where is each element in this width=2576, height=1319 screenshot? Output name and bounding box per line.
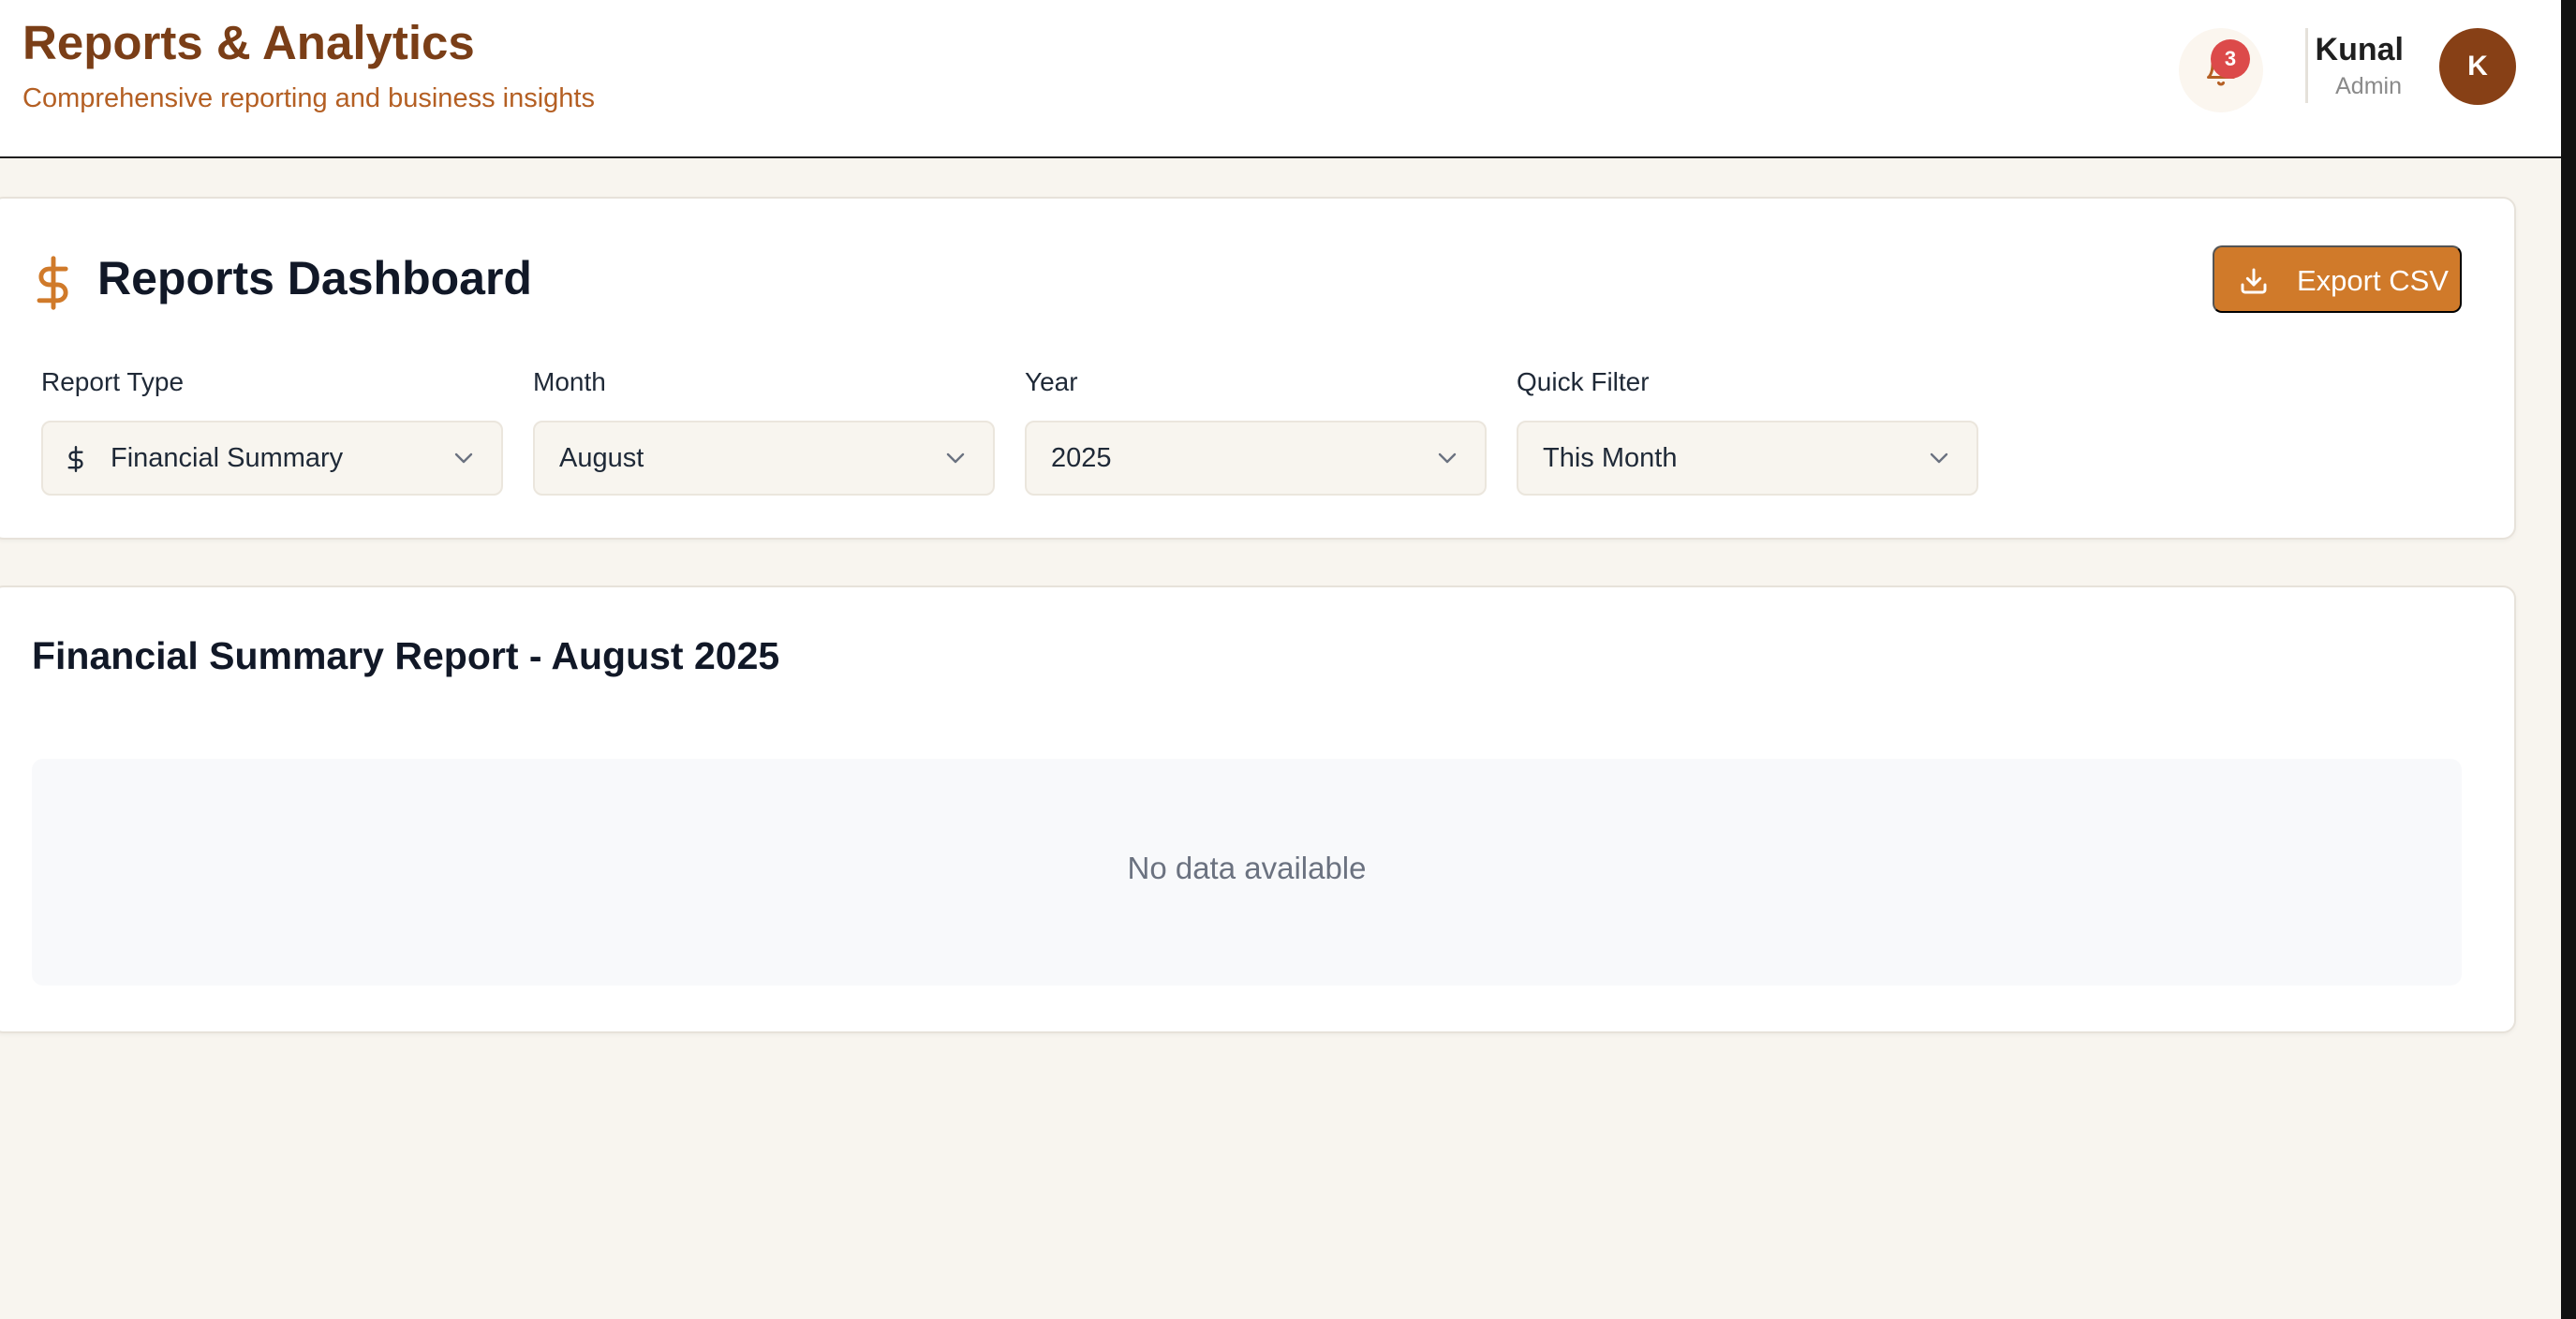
month-select[interactable]: August — [533, 421, 995, 496]
report-type-value: Financial Summary — [111, 443, 344, 473]
header-divider — [2305, 28, 2308, 103]
year-value: 2025 — [1051, 443, 1112, 473]
page-subtitle: Comprehensive reporting and business ins… — [22, 83, 595, 113]
user-role: Admin — [2335, 73, 2402, 99]
report-type-select[interactable]: Financial Summary — [41, 421, 503, 496]
avatar[interactable]: K — [2439, 28, 2516, 105]
top-header: Reports & Analytics Comprehensive report… — [0, 0, 2561, 158]
dollar-icon — [37, 256, 68, 310]
report-card: Financial Summary Report - August 2025 N… — [0, 585, 2516, 1033]
month-value: August — [559, 443, 644, 473]
chevron-down-icon — [1930, 452, 1948, 464]
download-icon — [2241, 268, 2267, 294]
notification-count-badge: 3 — [2211, 39, 2250, 79]
month-label: Month — [533, 367, 606, 396]
dollar-icon — [67, 445, 83, 473]
export-csv-button[interactable]: Export CSV — [2213, 245, 2462, 313]
quick-filter-select[interactable]: This Month — [1517, 421, 1978, 496]
year-select[interactable]: 2025 — [1025, 421, 1487, 496]
window-edge — [2561, 0, 2576, 1319]
reports-dashboard-card: Reports Dashboard Export CSV Report Type… — [0, 197, 2516, 540]
year-label: Year — [1025, 367, 1078, 396]
export-csv-label: Export CSV — [2297, 264, 2449, 297]
report-title: Financial Summary Report - August 2025 — [32, 634, 780, 677]
user-name: Kunal — [2315, 32, 2404, 67]
dashboard-title: Reports Dashboard — [97, 252, 532, 304]
chevron-down-icon — [946, 452, 965, 464]
report-type-label: Report Type — [41, 367, 185, 396]
chevron-down-icon — [454, 452, 473, 464]
empty-state: No data available — [32, 759, 2462, 986]
page-title: Reports & Analytics — [22, 16, 475, 69]
chevron-down-icon — [1438, 452, 1457, 464]
quick-filter-label: Quick Filter — [1517, 367, 1650, 396]
empty-state-message: No data available — [1127, 851, 1367, 885]
quick-filter-value: This Month — [1543, 443, 1678, 473]
